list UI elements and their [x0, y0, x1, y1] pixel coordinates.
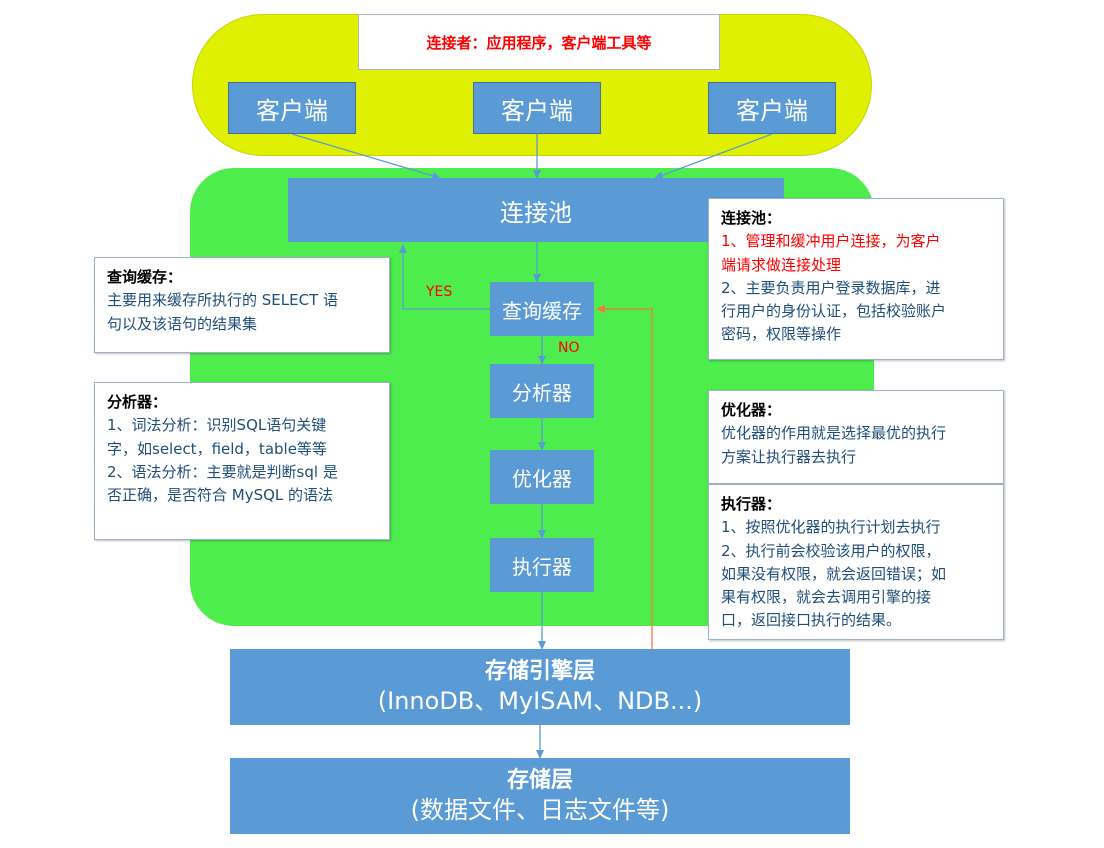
connection-pool-label: 连接池 [500, 198, 572, 227]
parser-note-line: 字，如select，field，table等等 [107, 439, 327, 458]
client-label: 客户端 [256, 96, 328, 125]
client-box: 客户端 [228, 82, 356, 134]
optimizer-note: 优化器： 优化器的作用就是选择最优的执行 方案让执行器去执行 [708, 390, 1004, 484]
connection-pool-note-title: 连接池： [721, 209, 782, 227]
client-box: 客户端 [473, 82, 601, 134]
connection-pool-note-line: 行用户的身份认证，包括校验账户 [721, 302, 947, 320]
storage-engine-subtitle: (InnoDB、MyISAM、NDB...) [377, 686, 703, 715]
connection-pool-note-line: 1、管理和缓冲用户连接，为客户 [721, 232, 941, 251]
query-cache-note-line: 句以及该语句的结果集 [107, 314, 258, 333]
executor-note-title: 执行器： [721, 495, 782, 513]
connector-header-text: 连接者：应用程序，客户端工具等 [426, 33, 652, 52]
yes-label: YES [426, 284, 453, 300]
executor-note-line: 2、执行前会校验该用户的权限， [721, 541, 941, 560]
optimizer-box: 优化器 [490, 450, 594, 504]
client-to-pool-arrow-right [654, 133, 773, 179]
client-label: 客户端 [736, 96, 808, 125]
connection-pool-note: 连接池： 1、管理和缓冲用户连接，为客户 端请求做连接处理 2、主要负责用户登录… [708, 198, 1004, 360]
connection-pool-note-line: 端请求做连接处理 [721, 255, 842, 274]
storage-layer-title: 存储层 [506, 768, 573, 794]
query-cache-note-title: 查询缓存： [107, 268, 183, 286]
connection-pool-note-line: 2、主要负责用户登录数据库，进 [721, 278, 941, 297]
optimizer-note-title: 优化器： [721, 401, 782, 419]
parser-note-line: 否正确，是否符合 MySQL 的语法 [107, 486, 334, 504]
connection-pool-note-line: 密码，权限等操作 [721, 325, 842, 344]
storage-layer-subtitle: (数据文件、日志文件等) [410, 795, 670, 824]
parser-note: 分析器： 1、词法分析：识别SQL语句关键 字，如select，field，ta… [94, 382, 390, 540]
parser-box: 分析器 [490, 364, 594, 418]
no-label: NO [558, 340, 580, 356]
client-to-pool-arrow-left [291, 133, 441, 180]
storage-engine-title: 存储引擎层 [484, 659, 595, 685]
client-label: 客户端 [501, 96, 573, 125]
storage-layer: 存储层 (数据文件、日志文件等) [230, 758, 850, 834]
query-cache-note-line: 主要用来缓存所执行的 SELECT 语 [107, 291, 339, 310]
engine-to-cache-return-arrow [596, 305, 653, 649]
executor-note-line: 果有权限，就会去调用引擎的接 [721, 588, 932, 606]
executor-note-line: 如果没有权限，就会返回错误；如 [721, 564, 947, 583]
parser-note-line: 1、词法分析：识别SQL语句关键 [107, 416, 327, 435]
storage-engine-layer: 存储引擎层 (InnoDB、MyISAM、NDB...) [230, 649, 850, 725]
connector-header: 连接者：应用程序，客户端工具等 [358, 14, 720, 70]
optimizer-label: 优化器 [512, 466, 572, 491]
executor-label: 执行器 [512, 554, 572, 579]
query-cache-label: 查询缓存 [502, 298, 582, 323]
executor-note-line: 1、按照优化器的执行计划去执行 [721, 518, 941, 537]
parser-note-title: 分析器： [107, 393, 168, 411]
optimizer-note-line: 优化器的作用就是选择最优的执行 [721, 424, 947, 443]
executor-note-line: 口，返回接口执行的结果。 [721, 611, 902, 630]
executor-note: 执行器： 1、按照优化器的执行计划去执行 2、执行前会校验该用户的权限， 如果没… [708, 484, 1004, 640]
query-cache-note: 查询缓存： 主要用来缓存所执行的 SELECT 语 句以及该语句的结果集 [94, 257, 390, 353]
client-box: 客户端 [708, 82, 836, 134]
parser-note-line: 2、语法分析：主要就是判断sql 是 [107, 462, 338, 481]
optimizer-note-line: 方案让执行器去执行 [721, 447, 857, 466]
parser-label: 分析器 [512, 380, 572, 405]
query-cache-box: 查询缓存 [490, 282, 594, 336]
executor-box: 执行器 [490, 538, 594, 592]
